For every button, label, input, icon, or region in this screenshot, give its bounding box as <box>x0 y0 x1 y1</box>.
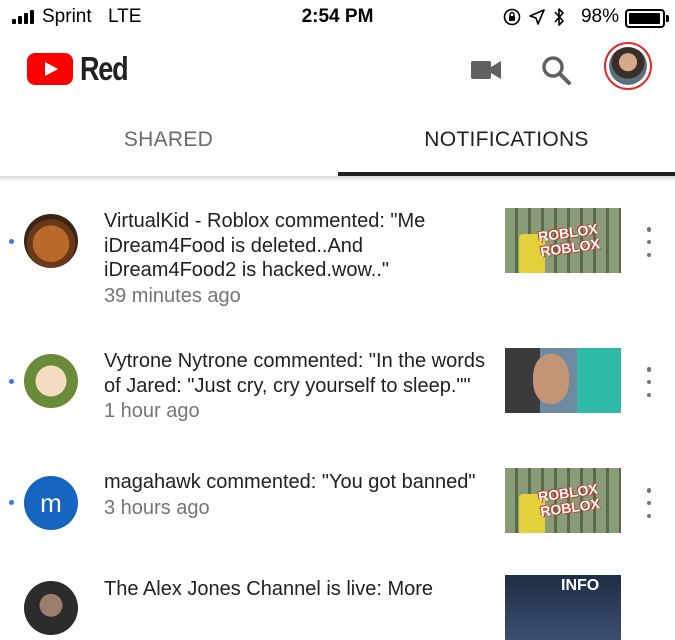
unread-dot <box>9 379 14 384</box>
more-options-button[interactable] <box>640 367 658 397</box>
notification-item[interactable]: VirtualKid - Roblox commented: "Me iDrea… <box>0 182 675 322</box>
youtube-red-logo[interactable]: Red <box>27 50 138 88</box>
tab-bar: SHARED NOTIFICATIONS <box>0 104 675 176</box>
face-video-thumbnail[interactable] <box>505 348 621 413</box>
thumbnail-text: ROBLOX ROBLOX <box>537 480 601 520</box>
notification-time: 3 hours ago <box>104 496 210 519</box>
account-avatar-image <box>609 47 647 85</box>
person-avatar <box>24 581 78 635</box>
youtube-play-logo <box>27 53 73 85</box>
more-options-button[interactable] <box>640 227 658 257</box>
tab-shared[interactable]: SHARED <box>0 104 337 176</box>
bluetooth-icon <box>554 8 564 26</box>
notification-time: 39 minutes ago <box>104 284 241 307</box>
notification-message: VirtualKid - Roblox commented: "Me iDrea… <box>104 210 426 281</box>
battery-icon <box>625 9 669 28</box>
notification-item[interactable]: m magahawk commented: "You got banned" 3… <box>0 462 675 575</box>
brand-name: Red <box>80 50 129 87</box>
unread-dot <box>9 239 14 244</box>
news-video-thumbnail[interactable]: INFO <box>505 575 621 640</box>
thumbnail-text: INFO <box>561 577 600 594</box>
tab-notifications[interactable]: NOTIFICATIONS <box>338 104 675 176</box>
notification-list: VirtualKid - Roblox commented: "Me iDrea… <box>0 182 675 640</box>
notification-message: Vytrone Nytrone commented: "In the words… <box>104 350 485 397</box>
battery-percent: 98% <box>580 6 619 27</box>
video-camera-button[interactable] <box>466 50 506 90</box>
avatar-letter: m <box>40 487 62 518</box>
location-arrow-icon <box>529 9 545 25</box>
pumpkin-avatar <box>24 214 78 268</box>
notification-message: magahawk commented: "You got banned" <box>104 471 476 493</box>
status-time: 2:54 PM <box>301 6 374 27</box>
roblox-video-thumbnail[interactable]: ROBLOX ROBLOX <box>505 468 621 533</box>
video-camera-icon <box>471 61 501 79</box>
search-button[interactable] <box>536 50 576 90</box>
app-header: Red <box>0 34 675 104</box>
notification-item[interactable]: Vytrone Nytrone commented: "In the words… <box>0 322 675 462</box>
letter-avatar: m <box>24 476 78 530</box>
cartoon-avatar <box>24 354 78 408</box>
account-avatar[interactable] <box>604 42 652 90</box>
search-icon <box>542 56 571 85</box>
status-bar: Sprint LTE 2:54 PM 98% <box>0 0 675 34</box>
thumbnail-text: ROBLOX ROBLOX <box>537 220 601 260</box>
notification-message: The Alex Jones Channel is live: More <box>104 578 434 600</box>
orientation-lock-icon <box>503 8 521 26</box>
notification-time: 1 hour ago <box>104 400 200 422</box>
more-options-button[interactable] <box>640 488 658 518</box>
unread-dot <box>9 500 14 505</box>
roblox-video-thumbnail[interactable]: ROBLOX ROBLOX <box>505 208 621 273</box>
notification-item[interactable]: The Alex Jones Channel is live: More INF… <box>0 575 675 640</box>
